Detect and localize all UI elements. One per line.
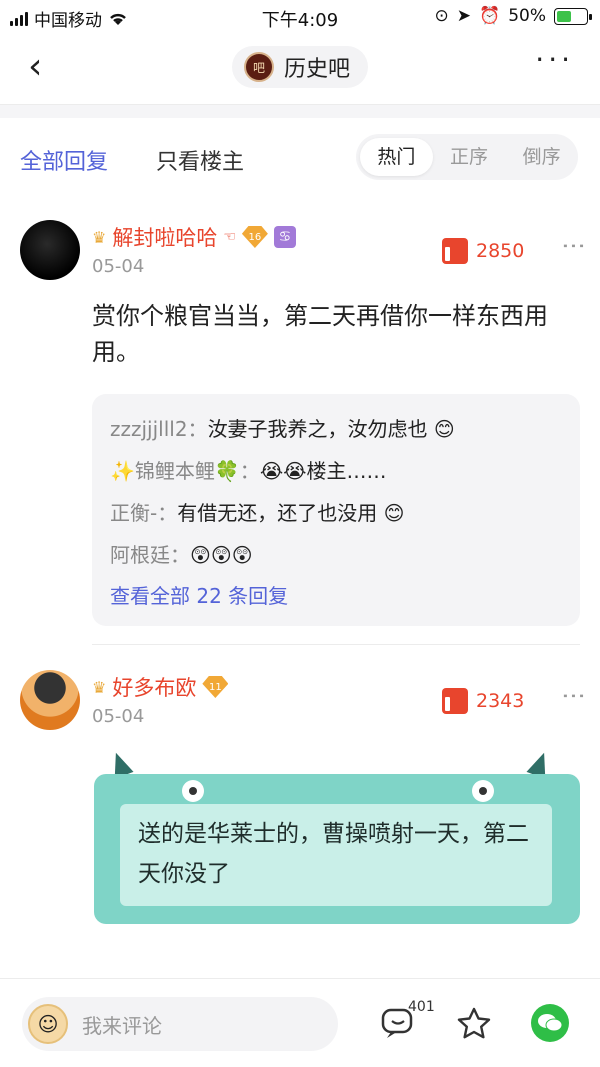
forum-name: 历史吧 xyxy=(284,57,351,82)
thumbs-up-icon xyxy=(442,238,468,264)
hand-emoji-icon: ☜ xyxy=(223,229,236,245)
comment-menu-icon[interactable]: ⋮ xyxy=(560,684,588,706)
sort-ascending[interactable]: 正序 xyxy=(433,138,506,176)
reply-count: 401 xyxy=(408,999,435,1015)
crown-icon: ♛ xyxy=(92,677,107,697)
reply-author: 正衡-： xyxy=(110,501,178,525)
reply-text: 😲😲😲 xyxy=(190,543,253,567)
like-count: 2850 xyxy=(476,240,525,262)
level-badge: 16 xyxy=(241,226,268,248)
sort-descending[interactable]: 倒序 xyxy=(505,138,578,176)
reply-item: 阿根廷：😲😲😲 xyxy=(110,534,562,576)
like-count: 2343 xyxy=(476,690,525,712)
more-menu-icon[interactable]: ··· xyxy=(535,46,574,74)
wechat-share-icon[interactable] xyxy=(530,1003,570,1043)
location-icon: ➤ xyxy=(456,6,472,26)
battery-icon xyxy=(554,7,592,25)
thumbs-up-icon xyxy=(442,688,468,714)
comment-input[interactable]: ☺ 我来评论 xyxy=(22,997,338,1051)
bubble-eye-left xyxy=(182,780,204,802)
avatar[interactable] xyxy=(20,220,80,280)
reply-author: ✨锦鲤本鲤🍀： xyxy=(110,459,260,483)
username[interactable]: 好多布欧 xyxy=(112,672,196,702)
reply-item: zzzjjjlll2：汝妻子我养之，汝勿虑也 😊 xyxy=(110,408,562,450)
bubble-body: 送的是华莱士的，曹操喷射一天，第二天你没了 xyxy=(94,774,580,924)
reply-text: 汝妻子我养之，汝勿虑也 😊 xyxy=(207,417,455,441)
username[interactable]: 解封啦哈哈 xyxy=(112,222,217,252)
lock-rotation-icon: ⊙ xyxy=(434,6,449,26)
back-button[interactable]: ‹ xyxy=(28,49,58,86)
monster-text-bubble: 送的是华莱士的，曹操喷射一天，第二天你没了 xyxy=(90,748,580,933)
like-button[interactable]: 2850 xyxy=(442,238,524,264)
comment-divider xyxy=(92,644,580,645)
reply-author: zzzjjjlll2： xyxy=(110,417,208,441)
avatar[interactable] xyxy=(20,670,80,730)
comment-date: 05-04 xyxy=(92,706,145,727)
alarm-icon: ⏰ xyxy=(479,6,501,26)
crown-icon: ♛ xyxy=(92,227,107,247)
tab-all-replies[interactable]: 全部回复 xyxy=(20,144,108,176)
reply-text: 😭😭楼主…… xyxy=(259,459,387,483)
reply-filter-row: 全部回复 只看楼主 热门 正序 倒序 xyxy=(0,130,600,186)
level-badge: 11 xyxy=(202,676,229,698)
zodiac-cancer-icon: ♋ xyxy=(273,226,296,248)
bottom-action-bar: ☺ 我来评论 401 xyxy=(0,978,600,1067)
reply-author: 阿根廷： xyxy=(110,543,190,567)
sort-hot[interactable]: 热门 xyxy=(360,138,433,176)
reply-item: ✨锦鲤本鲤🍀：😭😭楼主…… xyxy=(110,450,562,492)
forum-logo-text: 吧 xyxy=(252,60,265,75)
status-bar: 中国移动 下午4:09 ⊙ ➤ ⏰ 50% xyxy=(0,0,600,34)
comment-text: 赏你个粮官当当，第二天再借你一样东西用用。 xyxy=(92,302,548,366)
tab-op-only[interactable]: 只看楼主 xyxy=(156,144,244,176)
comment-placeholder: 我来评论 xyxy=(82,1013,162,1038)
forum-logo: 吧 xyxy=(244,52,274,82)
section-divider xyxy=(0,104,600,118)
my-avatar: ☺ xyxy=(28,1004,68,1044)
sort-toggle: 热门 正序 倒序 xyxy=(356,134,578,180)
bubble-eye-right xyxy=(472,780,494,802)
reply-item: 正衡-：有借无还，还了也没用 😊 xyxy=(110,492,562,534)
comment-text: 送的是华莱士的，曹操喷射一天，第二天你没了 xyxy=(120,804,552,906)
comment-menu-icon[interactable]: ⋮ xyxy=(560,234,588,256)
nav-bar: ‹ 吧 历史吧 ··· xyxy=(0,38,600,98)
star-icon[interactable] xyxy=(454,1003,494,1043)
like-button[interactable]: 2343 xyxy=(442,688,524,714)
battery-percent: 50% xyxy=(508,6,546,26)
view-all-replies-link[interactable]: 查看全部 22 条回复 xyxy=(110,576,562,616)
forum-title-pill[interactable]: 吧 历史吧 xyxy=(232,46,368,88)
reply-preview-box[interactable]: zzzjjjlll2：汝妻子我养之，汝勿虑也 😊 ✨锦鲤本鲤🍀：😭😭楼主…… 正… xyxy=(92,394,580,626)
reply-text: 有借无还，还了也没用 😊 xyxy=(177,501,405,525)
comment-date: 05-04 xyxy=(92,256,145,277)
